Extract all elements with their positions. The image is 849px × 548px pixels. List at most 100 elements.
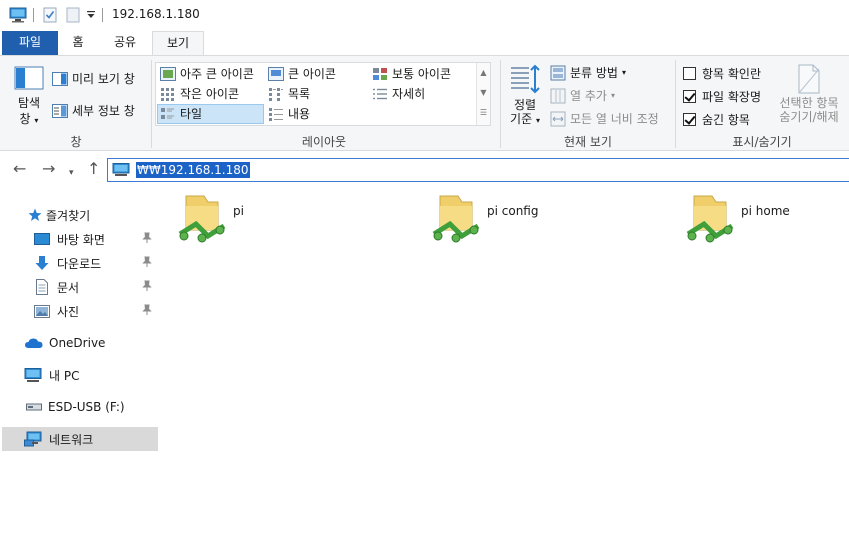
nav-desktop[interactable]: 바탕 화면 <box>2 227 158 251</box>
forward-arrow-icon[interactable]: → <box>42 160 55 178</box>
item-name: pi config <box>487 204 539 218</box>
recent-locations-chevron-icon[interactable]: ▾ <box>69 164 74 182</box>
tab-home[interactable]: 홈 <box>60 31 96 55</box>
navigation-pane-icon <box>14 66 44 90</box>
details-pane-button[interactable]: 세부 정보 창 <box>52 102 135 119</box>
group-label-layout: 레이아웃 <box>301 135 347 149</box>
layout-tiles[interactable]: 타일 <box>157 104 264 124</box>
file-extensions-toggle[interactable]: 파일 확장명 <box>683 88 761 105</box>
layout-content[interactable]: 내용 <box>266 104 370 124</box>
tiles-icon <box>161 108 174 119</box>
nav-network[interactable]: 네트워크 <box>2 427 158 451</box>
tab-share[interactable]: 공유 <box>104 31 146 55</box>
nav-item-label: 문서 <box>57 280 80 295</box>
computer-icon[interactable] <box>9 7 27 23</box>
item-name: pi <box>233 204 244 218</box>
list-item[interactable]: pi config <box>414 194 654 244</box>
tab-file[interactable]: 파일 <box>2 31 58 55</box>
nav-pictures[interactable]: 사진 <box>2 299 158 323</box>
preview-pane-button[interactable]: 미리 보기 창 <box>52 70 135 87</box>
new-folder-icon[interactable] <box>66 7 80 23</box>
layout-details[interactable]: 자세히 <box>370 84 474 104</box>
nav-item-label: 사진 <box>57 304 80 319</box>
small-icons-icon <box>161 88 174 101</box>
group-label-show-hide: 표시/숨기기 <box>732 135 792 149</box>
nav-item-label: 네트워크 <box>49 432 94 447</box>
add-columns-button[interactable]: 열 추가 ▾ <box>550 87 615 104</box>
group-separator <box>151 60 152 148</box>
navigation-bar: ← → ▾ ↑ ₩₩192.168.1.180 <box>0 152 849 188</box>
star-icon <box>28 208 42 221</box>
layout-large-icons[interactable]: 큰 아이콘 <box>266 64 370 84</box>
nav-downloads[interactable]: 다운로드 <box>2 251 158 275</box>
address-bar[interactable]: ₩₩192.168.1.180 <box>107 158 849 182</box>
sort-by-label: 정렬 <box>513 98 537 112</box>
title-bar: 192.168.1.180 <box>0 0 849 31</box>
item-checkboxes-checkbox[interactable] <box>683 67 696 80</box>
layout-medium-icons[interactable]: 보통 아이콘 <box>370 64 474 84</box>
navigation-pane-button[interactable]: 탐색 창 ▾ <box>12 66 46 128</box>
gallery-more-icon[interactable]: ☰ <box>477 103 490 123</box>
nav-item-label: 바탕 화면 <box>57 232 105 247</box>
pin-icon[interactable] <box>142 232 152 247</box>
back-arrow-icon[interactable]: ← <box>13 160 26 178</box>
desktop-icon <box>34 233 50 245</box>
layout-small-icons[interactable]: 작은 아이콘 <box>158 84 264 104</box>
hide-selected-items-icon <box>798 64 820 94</box>
layout-label: 작은 아이콘 <box>180 87 240 101</box>
list-item[interactable]: pi home <box>668 194 848 244</box>
layout-extra-large-icons[interactable]: 아주 큰 아이콘 <box>158 64 264 84</box>
customize-quick-access-icon[interactable] <box>87 11 95 19</box>
group-label-pane: 창 <box>70 135 82 149</box>
group-label-current-view: 현재 보기 <box>564 135 612 149</box>
large-icons-icon <box>268 67 284 81</box>
item-checkboxes-toggle[interactable]: 항목 확인란 <box>683 65 761 82</box>
pin-icon[interactable] <box>142 280 152 295</box>
nav-documents[interactable]: 문서 <box>2 275 158 299</box>
navigation-pane-label-line2: 창 ▾ <box>19 112 39 126</box>
group-separator <box>675 60 676 148</box>
nav-item-label: 내 PC <box>49 368 80 383</box>
gallery-scroll-up-icon[interactable]: ▲ <box>477 63 490 83</box>
address-input[interactable]: ₩₩192.168.1.180 <box>136 162 250 178</box>
chevron-down-icon: ▾ <box>610 91 615 100</box>
layout-gallery-scroll[interactable]: ▲ ▼ ☰ <box>476 63 490 125</box>
content-icon <box>269 108 283 121</box>
sort-by-icon <box>511 64 540 94</box>
up-arrow-icon[interactable]: ↑ <box>87 160 100 178</box>
hide-selected-items-button[interactable]: 선택한 항목 숨기기/해제 <box>776 64 842 124</box>
title-separator <box>33 8 34 22</box>
layout-list[interactable]: 목록 <box>266 84 370 104</box>
file-extensions-checkbox[interactable] <box>683 90 696 103</box>
nav-this-pc[interactable]: 내 PC <box>2 363 158 387</box>
size-columns-icon <box>550 111 566 126</box>
layout-label: 아주 큰 아이콘 <box>180 67 254 81</box>
network-share-folder-icon <box>686 195 734 243</box>
add-columns-label: 열 추가 <box>570 89 607 103</box>
nav-onedrive[interactable]: OneDrive <box>2 331 158 355</box>
navigation-pane-label: 탐색 <box>17 96 41 110</box>
layout-label: 내용 <box>288 107 311 121</box>
pin-icon[interactable] <box>142 256 152 271</box>
nav-quick-access[interactable]: 즐겨찾기 <box>2 203 158 227</box>
hidden-items-checkbox[interactable] <box>683 113 696 126</box>
group-by-button[interactable]: 분류 방법 ▾ <box>550 64 626 81</box>
pictures-icon <box>34 304 50 318</box>
nav-usb-drive[interactable]: ESD-USB (F:) <box>2 395 158 419</box>
hidden-items-toggle[interactable]: 숨긴 항목 <box>683 111 750 128</box>
list-item[interactable]: pi <box>160 194 400 244</box>
details-pane-label: 세부 정보 창 <box>72 104 135 118</box>
documents-icon <box>36 279 48 295</box>
medium-icons-icon <box>373 68 387 80</box>
fit-columns-button[interactable]: 모든 열 너비 조정 <box>550 110 659 127</box>
properties-icon[interactable] <box>43 7 57 23</box>
tab-view[interactable]: 보기 <box>152 31 204 56</box>
file-list: pi pi config pi home <box>160 190 849 548</box>
downloads-icon <box>35 256 49 270</box>
layout-label: 타일 <box>180 107 203 121</box>
sort-by-button[interactable]: 정렬 기준 ▾ <box>507 64 543 128</box>
pin-icon[interactable] <box>142 304 152 319</box>
network-share-folder-icon <box>178 195 226 243</box>
gallery-scroll-down-icon[interactable]: ▼ <box>477 83 490 103</box>
group-by-icon <box>550 65 566 80</box>
